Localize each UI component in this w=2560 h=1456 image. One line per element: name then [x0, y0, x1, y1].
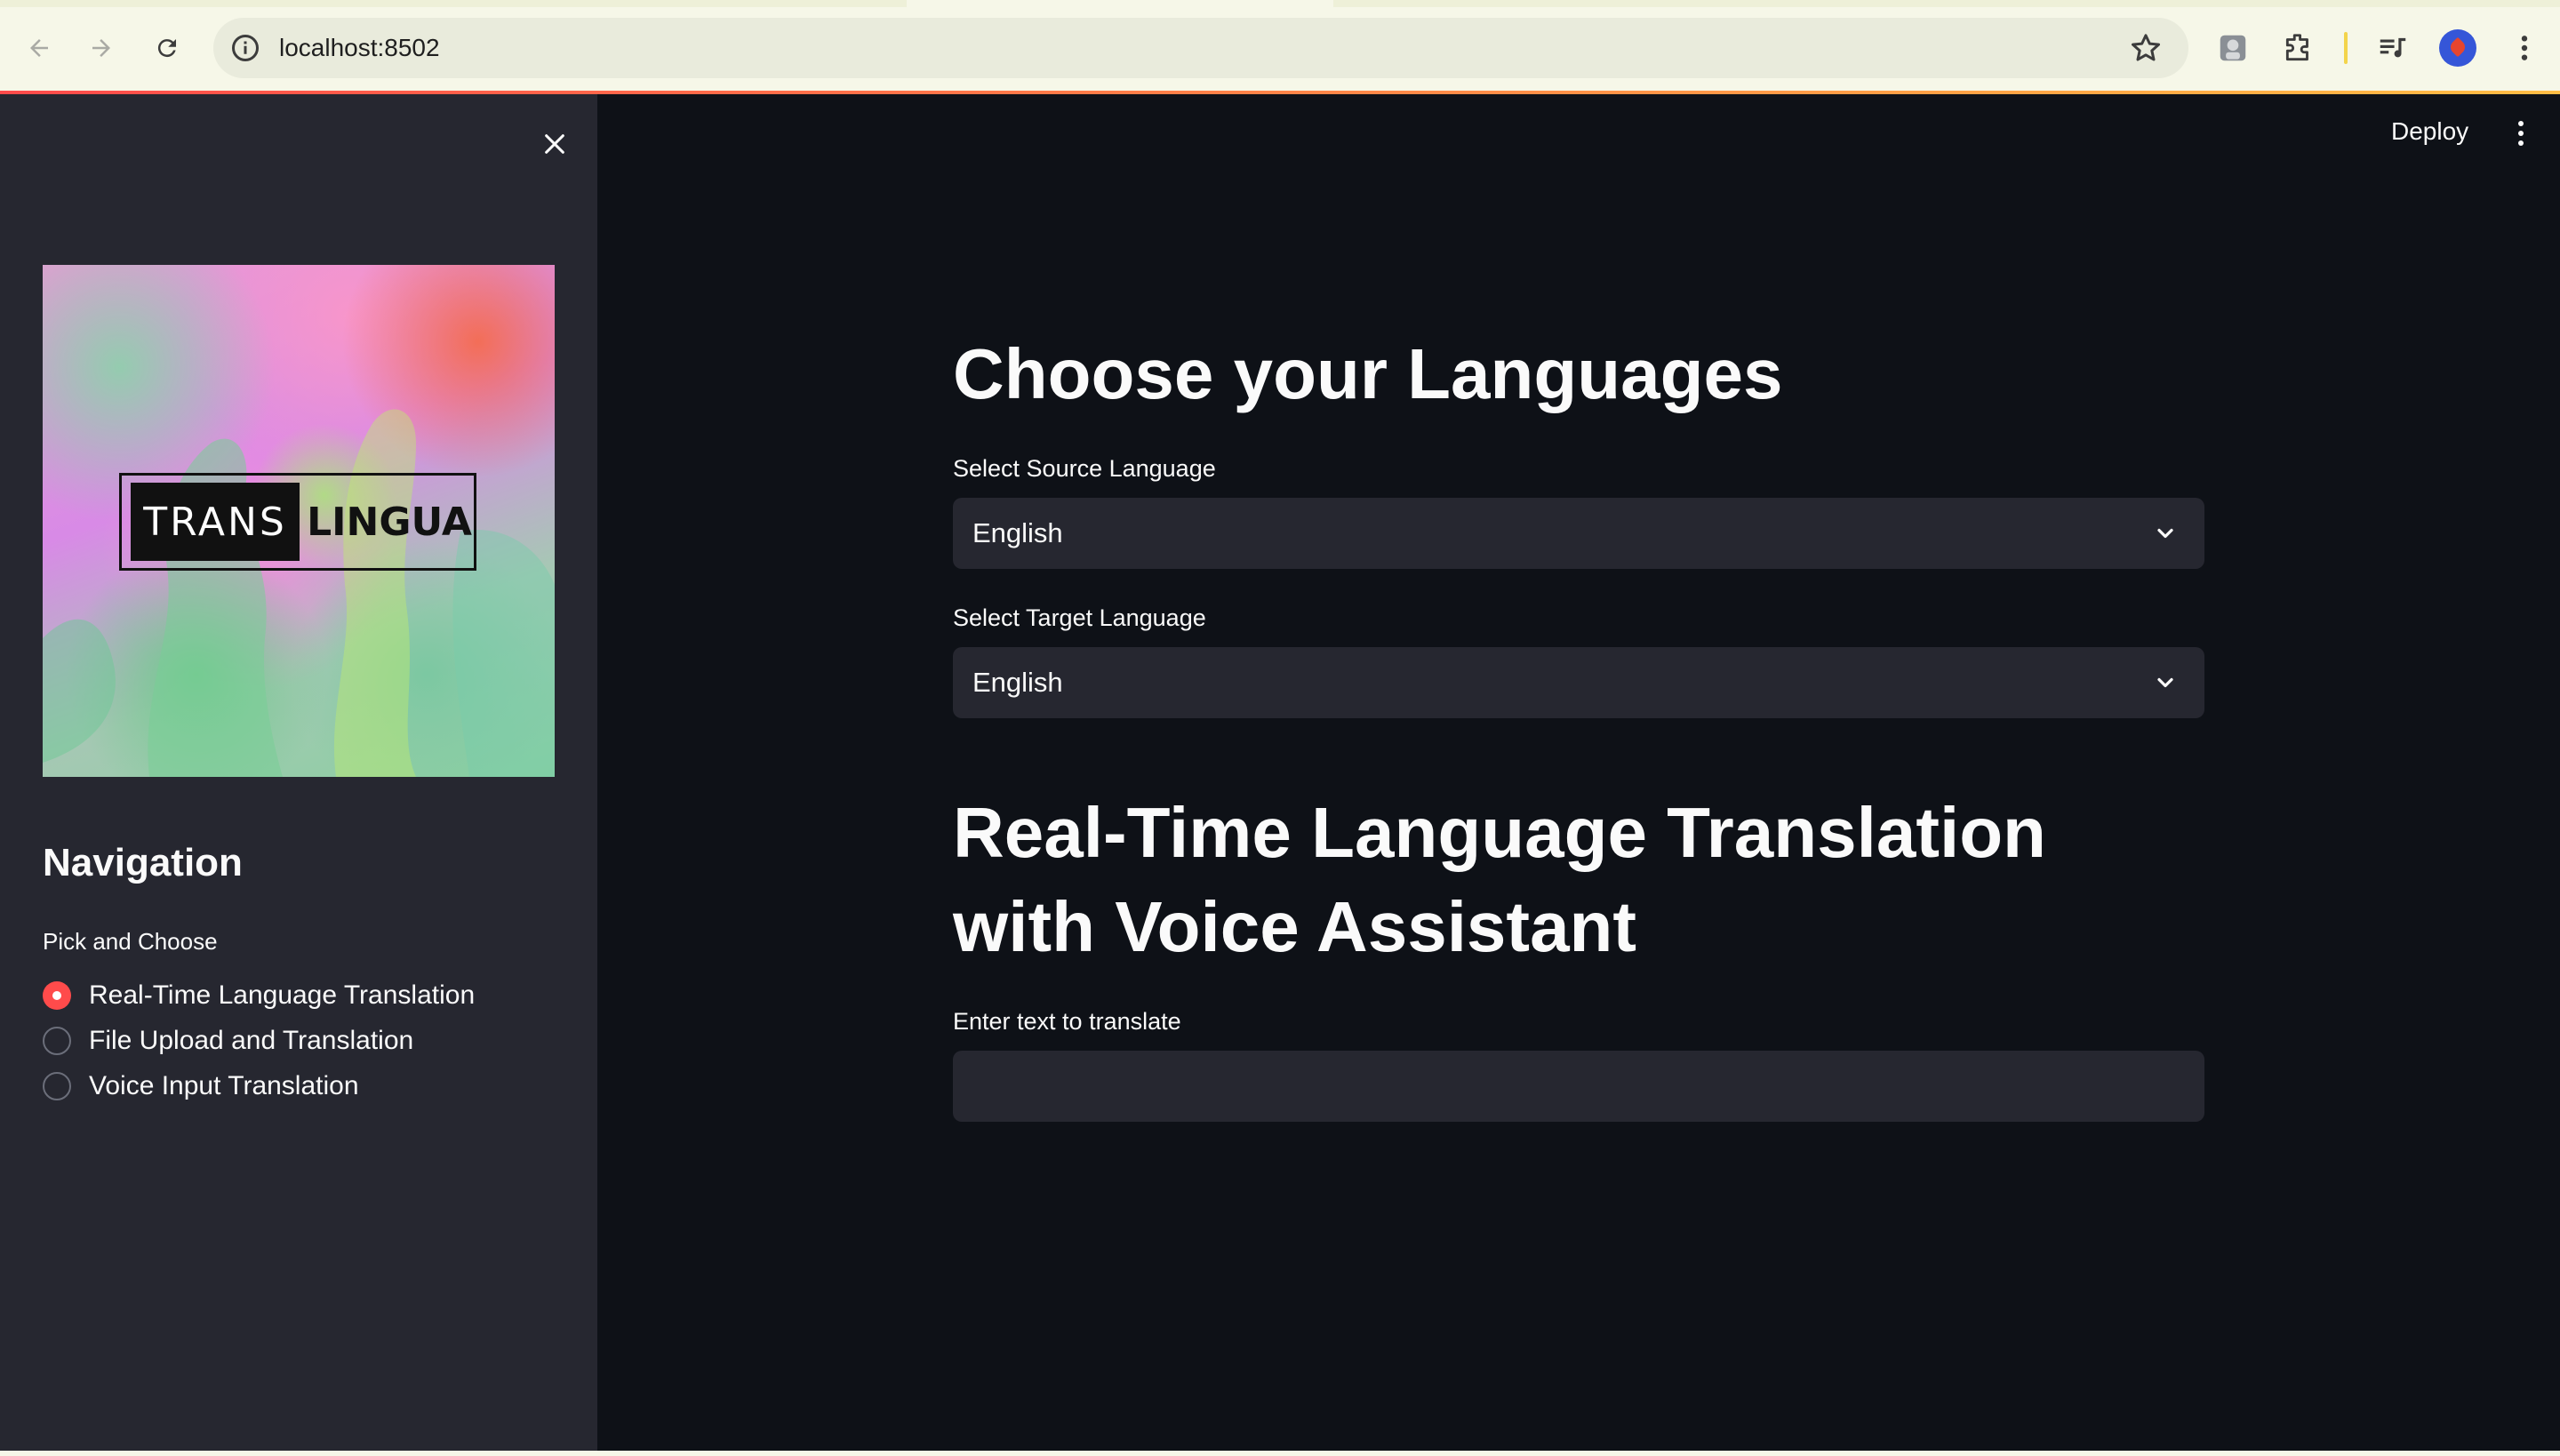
target-language-select[interactable]: English [953, 647, 2204, 718]
target-language-label: Select Target Language [953, 604, 1206, 631]
radio-group-label: Pick and Choose [43, 928, 218, 955]
profile-extension-icon[interactable] [2213, 28, 2252, 68]
source-language-select[interactable]: English [953, 498, 2204, 569]
logo-word-lingua: LINGUA [307, 499, 472, 545]
sidebar: TRANS LINGUA Navigation Pick and Choose … [0, 94, 597, 1452]
radio-option-file-upload[interactable]: File Upload and Translation [43, 1023, 413, 1059]
close-sidebar-icon[interactable] [533, 123, 576, 165]
logo-word-trans: TRANS [131, 483, 300, 561]
extensions-puzzle-icon[interactable] [2279, 28, 2318, 68]
target-language-value: English [972, 667, 1063, 698]
radio-unselected-icon[interactable] [43, 1072, 71, 1100]
toolbar-divider [2344, 32, 2348, 64]
reload-icon[interactable] [146, 27, 188, 69]
profile-avatar[interactable] [2439, 29, 2476, 67]
chevron-down-icon[interactable] [2153, 670, 2178, 695]
url-text[interactable]: localhost:8502 [279, 34, 440, 62]
text-input-label: Enter text to translate [953, 1008, 1181, 1035]
radio-option-label: File Upload and Translation [89, 1026, 414, 1055]
radio-option-real-time[interactable]: Real-Time Language Translation [43, 978, 475, 1013]
media-controls-icon[interactable] [2373, 28, 2412, 68]
source-language-value: English [972, 517, 1063, 548]
back-icon[interactable] [18, 27, 60, 69]
source-language-label: Select Source Language [953, 455, 1216, 482]
main-menu-icon[interactable] [2507, 117, 2535, 149]
languages-heading: Choose your Languages [953, 334, 1783, 413]
radio-option-voice-input[interactable]: Voice Input Translation [43, 1068, 359, 1104]
site-info-icon[interactable] [229, 32, 261, 64]
active-tab[interactable] [907, 0, 1333, 7]
bookmark-star-icon[interactable] [2128, 30, 2164, 66]
translate-text-input[interactable] [953, 1051, 2204, 1122]
radio-option-label: Voice Input Translation [89, 1071, 359, 1100]
forward-icon[interactable] [80, 27, 123, 69]
chevron-down-icon[interactable] [2153, 521, 2178, 546]
address-bar[interactable]: localhost:8502 [213, 18, 2188, 78]
radio-unselected-icon[interactable] [43, 1027, 71, 1055]
logo-wordmark: TRANS LINGUA [119, 473, 476, 571]
window-bottom-edge [0, 1451, 2560, 1456]
radio-selected-icon[interactable] [43, 981, 71, 1010]
translation-heading-line-1: Real-Time Language Translation [953, 793, 2046, 872]
navigation-heading: Navigation [43, 841, 243, 884]
radio-option-label: Real-Time Language Translation [89, 980, 476, 1010]
translation-heading-line-2: with Voice Assistant [953, 887, 1637, 966]
translingua-logo-image: TRANS LINGUA [43, 265, 555, 777]
browser-menu-icon[interactable] [2505, 28, 2544, 68]
deploy-button[interactable]: Deploy [2391, 117, 2468, 146]
browser-toolbar: localhost:8502 [0, 0, 2560, 92]
